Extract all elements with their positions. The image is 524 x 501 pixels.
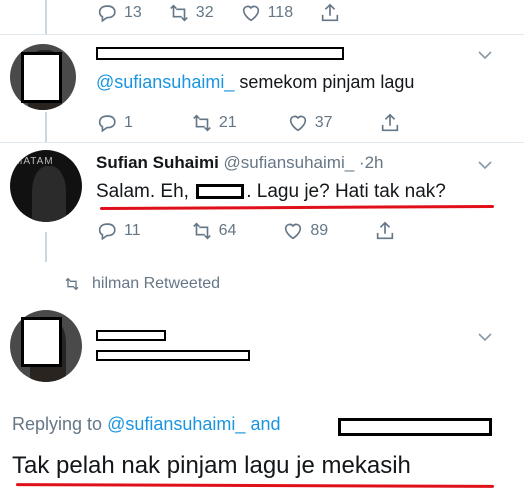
retweet-icon: [193, 114, 211, 132]
redaction-bar: [96, 47, 344, 60]
tweet-header: Sufian Suhaimi @sufiansuhaimi_ ·2h: [96, 153, 384, 173]
retweet-icon: [169, 4, 188, 22]
divider: [0, 142, 524, 143]
divider: [0, 34, 524, 35]
thread-line: [45, 232, 47, 262]
retweet-notice[interactable]: hilman Retweeted: [62, 275, 220, 293]
avatar-figure: [32, 166, 66, 222]
like-button[interactable]: 37: [287, 112, 333, 134]
redaction-box: [21, 52, 62, 103]
tweet-actions: 1 21 37: [96, 112, 427, 134]
user-handle[interactable]: @sufiansuhaimi_: [224, 153, 355, 172]
share-icon: [377, 221, 394, 240]
tweet-actions: 13 32 118: [96, 2, 367, 24]
redaction-bar: [338, 418, 492, 436]
heart-icon: [285, 223, 302, 240]
share-button[interactable]: [374, 220, 396, 242]
reply-button[interactable]: 11: [96, 220, 141, 242]
chevron-down-icon[interactable]: [476, 46, 494, 64]
underline-annotation: [99, 204, 495, 211]
heart-icon: [242, 5, 259, 22]
thread-line: [45, 112, 47, 142]
share-button[interactable]: [319, 2, 341, 24]
share-icon: [381, 113, 398, 132]
retweet-button[interactable]: 32: [168, 2, 214, 24]
reply-icon: [98, 5, 116, 23]
share-button[interactable]: [379, 112, 401, 134]
reply-button[interactable]: 1: [96, 112, 133, 134]
like-button[interactable]: 118: [240, 2, 293, 24]
mention-link[interactable]: @sufiansuhaimi_: [107, 414, 245, 434]
share-icon: [321, 3, 339, 22]
replying-to: Replying to @sufiansuhaimi_ and: [12, 414, 281, 434]
redacted-word: [196, 184, 245, 200]
retweet-icon: [192, 222, 211, 240]
reply-icon: [98, 223, 116, 241]
retweet-button[interactable]: 21: [191, 112, 237, 134]
timestamp[interactable]: 2h: [365, 153, 384, 172]
underline-annotation: [15, 483, 495, 488]
retweet-button[interactable]: 64: [191, 220, 236, 242]
like-button[interactable]: 89: [282, 220, 328, 242]
redaction-box: [21, 317, 62, 367]
reply-button[interactable]: 13: [96, 2, 142, 24]
tweet-text: Tak pelah nak pinjam lagu je mekasih: [12, 452, 411, 479]
tweet-text: @sufiansuhaimi_ semekom pinjam lagu: [96, 72, 415, 92]
chevron-down-icon[interactable]: [476, 328, 494, 346]
reply-icon: [98, 115, 116, 133]
retweet-icon: [65, 277, 79, 291]
redaction-bar: [96, 350, 250, 361]
chevron-down-icon[interactable]: [476, 156, 494, 174]
tweet-actions: 11 64 89: [96, 220, 422, 242]
tweet-text: Salam. Eh, . Lagu je? Hati tak nak?: [96, 181, 446, 202]
thread-line: [45, 0, 47, 34]
avatar[interactable]: MATAM: [10, 150, 82, 222]
mention-link[interactable]: @sufiansuhaimi_: [96, 72, 234, 92]
redaction-bar: [96, 330, 166, 341]
heart-icon: [289, 115, 306, 132]
display-name[interactable]: Sufian Suhaimi: [96, 153, 219, 172]
